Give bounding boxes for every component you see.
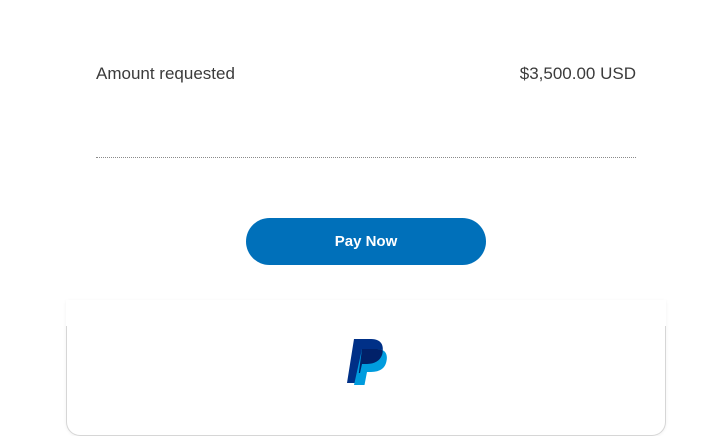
- paypal-icon: [347, 339, 387, 385]
- pay-now-button[interactable]: Pay Now: [246, 218, 486, 265]
- amount-row: Amount requested $3,500.00 USD: [96, 64, 636, 84]
- payment-page: Amount requested $3,500.00 USD Pay Now: [0, 0, 702, 436]
- amount-value: $3,500.00 USD: [519, 64, 636, 83]
- amount-label: Amount requested: [96, 64, 235, 83]
- divider: [96, 157, 636, 158]
